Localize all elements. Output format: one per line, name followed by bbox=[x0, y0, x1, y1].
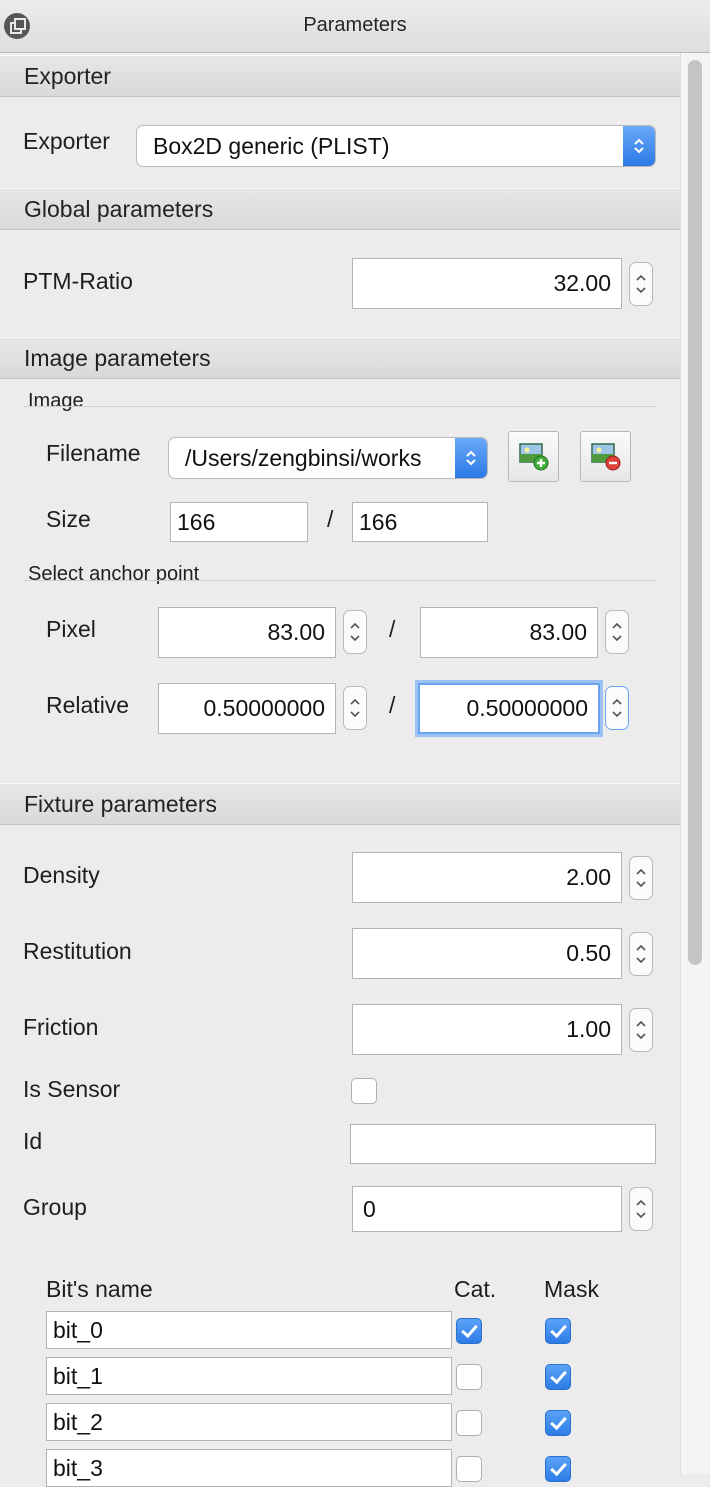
size-width-field[interactable]: 166 bbox=[170, 502, 308, 542]
chevron-updown-icon bbox=[455, 438, 487, 478]
bits-mask-header: Mask bbox=[544, 1276, 599, 1302]
bit-mask-checkbox[interactable] bbox=[545, 1410, 571, 1436]
friction-stepper[interactable] bbox=[629, 1008, 653, 1052]
size-label: Size bbox=[46, 506, 91, 532]
remove-image-button[interactable] bbox=[580, 431, 631, 482]
title-bar: Parameters bbox=[0, 0, 710, 53]
pixel-label: Pixel bbox=[46, 616, 96, 642]
group-label: Group bbox=[23, 1194, 87, 1220]
pixel-y-input[interactable]: 83.00 bbox=[420, 607, 598, 658]
image-group-title: Image bbox=[28, 390, 84, 412]
relative-y-input[interactable]: 0.50000000 bbox=[418, 683, 600, 734]
filename-select[interactable]: /Users/zengbinsi/works bbox=[168, 437, 488, 479]
density-label: Density bbox=[23, 862, 100, 888]
ptm-ratio-stepper[interactable] bbox=[629, 262, 653, 306]
image-remove-icon bbox=[590, 442, 620, 470]
relative-x-input[interactable]: 0.50000000 bbox=[158, 683, 336, 734]
section-header-image[interactable]: Image parameters bbox=[0, 337, 680, 379]
image-add-icon bbox=[518, 442, 548, 470]
restitution-input[interactable]: 0.50 bbox=[352, 928, 622, 979]
group-input[interactable]: 0 bbox=[352, 1186, 622, 1232]
filename-select-value: /Users/zengbinsi/works bbox=[185, 445, 422, 471]
exporter-select[interactable]: Box2D generic (PLIST) bbox=[136, 125, 656, 167]
bit-name-field[interactable]: bit_0 bbox=[46, 1311, 452, 1349]
bit-name-field[interactable]: bit_1 bbox=[46, 1357, 452, 1395]
restitution-stepper[interactable] bbox=[629, 932, 653, 976]
pixel-y-stepper[interactable] bbox=[605, 610, 629, 654]
relative-y-stepper[interactable] bbox=[605, 686, 629, 730]
bit-cat-checkbox[interactable] bbox=[456, 1364, 482, 1390]
pixel-x-stepper[interactable] bbox=[343, 610, 367, 654]
window-title: Parameters bbox=[303, 14, 407, 36]
anchor-group-title: Select anchor point bbox=[28, 563, 200, 585]
friction-input[interactable]: 1.00 bbox=[352, 1004, 622, 1055]
section-header-global[interactable]: Global parameters bbox=[0, 188, 680, 230]
friction-label: Friction bbox=[23, 1014, 99, 1040]
section-header-exporter[interactable]: Exporter bbox=[0, 55, 680, 97]
bit-cat-checkbox[interactable] bbox=[456, 1318, 482, 1344]
bit-mask-checkbox[interactable] bbox=[545, 1364, 571, 1390]
image-group-divider bbox=[24, 406, 656, 407]
exporter-label: Exporter bbox=[23, 128, 110, 154]
density-input[interactable]: 2.00 bbox=[352, 852, 622, 903]
add-image-button[interactable] bbox=[508, 431, 559, 482]
scrollbar-thumb[interactable] bbox=[688, 60, 702, 965]
is-sensor-label: Is Sensor bbox=[23, 1076, 121, 1102]
size-height-field[interactable]: 166 bbox=[352, 502, 488, 542]
is-sensor-checkbox[interactable] bbox=[351, 1078, 377, 1104]
bits-cat-header: Cat. bbox=[454, 1276, 497, 1302]
bit-cat-checkbox[interactable] bbox=[456, 1456, 482, 1482]
group-stepper[interactable] bbox=[629, 1187, 653, 1231]
exporter-select-value: Box2D generic (PLIST) bbox=[153, 133, 390, 159]
id-label: Id bbox=[23, 1128, 43, 1154]
chevron-updown-icon bbox=[623, 126, 655, 166]
section-header-fixture[interactable]: Fixture parameters bbox=[0, 783, 680, 825]
restitution-label: Restitution bbox=[23, 938, 132, 964]
density-stepper[interactable] bbox=[629, 856, 653, 900]
id-input[interactable] bbox=[350, 1124, 656, 1164]
relative-separator: / bbox=[389, 692, 396, 718]
relative-x-stepper[interactable] bbox=[343, 686, 367, 730]
bit-name-field[interactable]: bit_3 bbox=[46, 1449, 452, 1487]
filename-label: Filename bbox=[46, 440, 141, 466]
anchor-group-divider bbox=[24, 580, 656, 581]
bit-cat-checkbox[interactable] bbox=[456, 1410, 482, 1436]
bit-mask-checkbox[interactable] bbox=[545, 1456, 571, 1482]
pixel-x-input[interactable]: 83.00 bbox=[158, 607, 336, 658]
relative-label: Relative bbox=[46, 692, 130, 718]
bit-mask-checkbox[interactable] bbox=[545, 1318, 571, 1344]
bits-name-header: Bit's name bbox=[46, 1276, 153, 1302]
bit-name-field[interactable]: bit_2 bbox=[46, 1403, 452, 1441]
ptm-ratio-label: PTM-Ratio bbox=[23, 268, 133, 294]
ptm-ratio-input[interactable]: 32.00 bbox=[352, 258, 622, 309]
pixel-separator: / bbox=[389, 616, 396, 642]
size-separator: / bbox=[327, 506, 334, 532]
